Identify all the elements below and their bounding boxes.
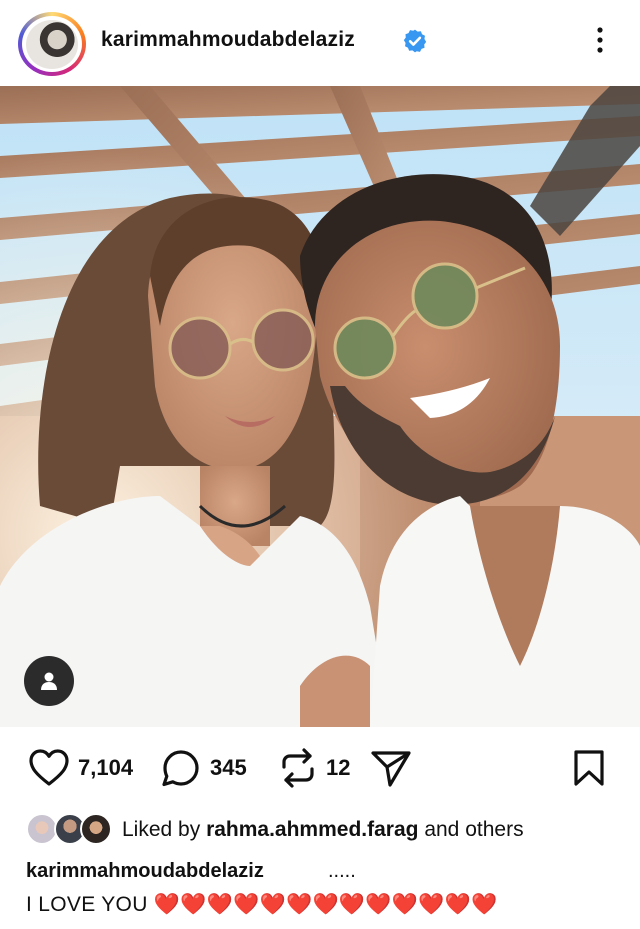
caption-text: I LOVE YOU ❤️❤️❤️❤️❤️❤️❤️❤️❤️❤️❤️❤️❤️ xyxy=(26,893,498,916)
post-actions: 7,104 345 12 xyxy=(0,740,640,796)
liked-by-suffix[interactable]: and others xyxy=(424,818,523,841)
repost-action[interactable]: 12 xyxy=(278,740,350,796)
verified-badge-icon xyxy=(403,29,427,53)
post-photo-illustration xyxy=(0,86,640,727)
caption-username[interactable]: karimmahmoudabdelaziz xyxy=(26,860,264,883)
like-action[interactable]: 7,104 xyxy=(28,740,133,796)
share-action[interactable] xyxy=(370,740,412,796)
post-header: karimmahmoudabdelaziz xyxy=(0,0,640,86)
bookmark-icon[interactable] xyxy=(572,748,606,788)
repost-icon[interactable] xyxy=(278,747,318,789)
reposts-count[interactable]: 12 xyxy=(326,755,350,781)
comment-icon[interactable] xyxy=(160,747,202,789)
save-action[interactable] xyxy=(572,740,606,796)
avatar-border xyxy=(22,16,82,72)
profile-avatar[interactable] xyxy=(18,12,86,76)
post-photo[interactable] xyxy=(0,86,640,727)
liked-by-text[interactable]: Liked by rahma.ahmmed.farag and others xyxy=(122,818,524,842)
more-vertical-icon[interactable] xyxy=(588,24,612,56)
liked-by-row[interactable]: Liked by rahma.ahmmed.farag and others xyxy=(0,810,640,850)
heart-icon[interactable] xyxy=(28,748,70,788)
liker-avatar xyxy=(80,813,112,845)
user-tag-button[interactable] xyxy=(24,656,74,706)
comments-count[interactable]: 345 xyxy=(210,755,247,781)
avatar-image xyxy=(26,19,78,69)
liked-by-prefix: Liked by xyxy=(122,818,201,841)
comment-action[interactable]: 345 xyxy=(160,740,247,796)
liked-by-user[interactable]: rahma.ahmmed.farag xyxy=(206,818,418,841)
user-tag-icon xyxy=(41,672,57,690)
caption-ellipsis[interactable]: ..... xyxy=(328,860,356,883)
post-username[interactable]: karimmahmoudabdelaziz xyxy=(101,28,355,52)
share-icon[interactable] xyxy=(370,748,412,788)
likes-count[interactable]: 7,104 xyxy=(78,755,133,781)
